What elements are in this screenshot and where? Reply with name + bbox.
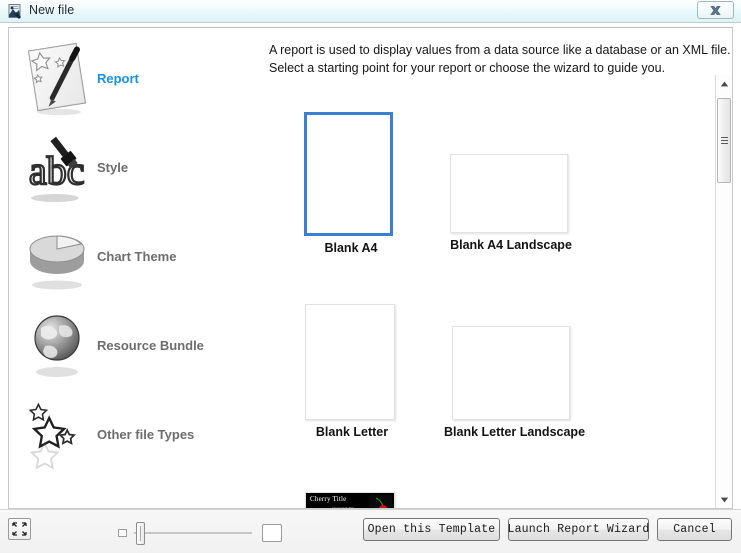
- sidebar-item-label: Other file Types: [97, 427, 195, 442]
- template-gallery: Blank A4 Blank A4 Landscape Blank Letter…: [259, 82, 717, 508]
- template-label: Blank A4: [324, 241, 378, 255]
- template-thumbnail: Cherry Title Cherry Sub Title: [305, 492, 395, 508]
- scroll-up-button[interactable]: [716, 75, 732, 92]
- sidebar-item-label: Resource Bundle: [97, 338, 204, 353]
- description-line-1: A report is used to display values from …: [269, 43, 731, 57]
- open-this-template-button[interactable]: Open this Template: [363, 518, 500, 541]
- launch-report-wizard-button[interactable]: Launch Report Wizard: [507, 518, 649, 541]
- description-line-2: Select a starting point for your report …: [269, 61, 666, 75]
- template-blank-a4-landscape[interactable]: Blank A4 Landscape: [450, 154, 572, 252]
- template-label: Blank A4 Landscape: [450, 238, 572, 252]
- template-pane: A report is used to display values from …: [259, 28, 732, 508]
- fit-to-size-button[interactable]: [8, 518, 31, 540]
- zoom-slider[interactable]: [112, 510, 282, 553]
- template-blank-letter[interactable]: Blank Letter: [305, 304, 399, 439]
- scroll-down-button[interactable]: [716, 491, 732, 508]
- sidebar-item-label: Style: [97, 160, 129, 175]
- pie-chart-icon: [19, 215, 95, 299]
- close-button[interactable]: [697, 1, 734, 19]
- pane-description: A report is used to display values from …: [269, 41, 731, 77]
- cherry-image: [370, 495, 392, 508]
- category-sidebar: Report abc Style Chart Theme Resource Bu…: [9, 28, 259, 508]
- stars-icon: [19, 393, 95, 477]
- template-thumbnail: [305, 304, 395, 420]
- template-thumbnail: [452, 326, 570, 420]
- report-document-icon: [19, 37, 95, 121]
- template-label: Blank Letter: [315, 425, 389, 439]
- sidebar-item-label: Report: [97, 71, 139, 86]
- bottom-toolbar: Open this Template Launch Report Wizard …: [0, 509, 741, 553]
- cherry-subtitle: Cherry Sub Title: [332, 506, 355, 508]
- large-thumbnail-icon: [262, 524, 282, 542]
- new-file-icon: [7, 3, 24, 20]
- close-icon: [710, 5, 721, 15]
- cherry-title: Cherry Title: [310, 495, 347, 503]
- title-bar: New file: [0, 0, 741, 23]
- scrollbar-track[interactable]: [716, 92, 732, 491]
- template-thumbnail: [304, 112, 393, 236]
- sidebar-item-other-file-types[interactable]: Other file Types: [9, 390, 259, 479]
- scrollbar-thumb[interactable]: [717, 98, 731, 183]
- small-thumbnail-icon: [118, 529, 127, 537]
- cancel-button[interactable]: Cancel: [657, 518, 732, 541]
- new-file-dialog: New file Report abc Style Chart Theme Re…: [0, 0, 741, 553]
- gallery-scrollbar[interactable]: [715, 75, 732, 508]
- chevron-down-icon: [720, 497, 728, 502]
- window-title: New file: [29, 3, 75, 17]
- scrollbar-grip-icon: [721, 136, 728, 145]
- sidebar-item-resource-bundle[interactable]: Resource Bundle: [9, 301, 259, 390]
- sidebar-item-label: Chart Theme: [97, 249, 177, 264]
- template-cherry[interactable]: Cherry Title Cherry Sub Title: [305, 492, 399, 508]
- svg-text:abc: abc: [29, 148, 85, 193]
- template-thumbnail: [450, 154, 568, 233]
- sidebar-item-report[interactable]: Report: [9, 34, 259, 123]
- template-blank-a4[interactable]: Blank A4: [304, 112, 398, 255]
- chevron-up-icon: [720, 81, 728, 86]
- template-label: Blank Letter Landscape: [444, 425, 586, 439]
- globe-icon: [19, 304, 95, 388]
- template-blank-letter-landscape[interactable]: Blank Letter Landscape: [444, 326, 586, 439]
- fit-to-size-icon: [12, 522, 27, 536]
- zoom-slider-handle[interactable]: [136, 522, 145, 545]
- content-panel: Report abc Style Chart Theme Resource Bu…: [8, 27, 733, 509]
- sidebar-item-style[interactable]: abc Style: [9, 123, 259, 212]
- zoom-slider-track[interactable]: [134, 532, 252, 534]
- sidebar-item-chart-theme[interactable]: Chart Theme: [9, 212, 259, 301]
- style-brush-icon: abc: [19, 126, 95, 210]
